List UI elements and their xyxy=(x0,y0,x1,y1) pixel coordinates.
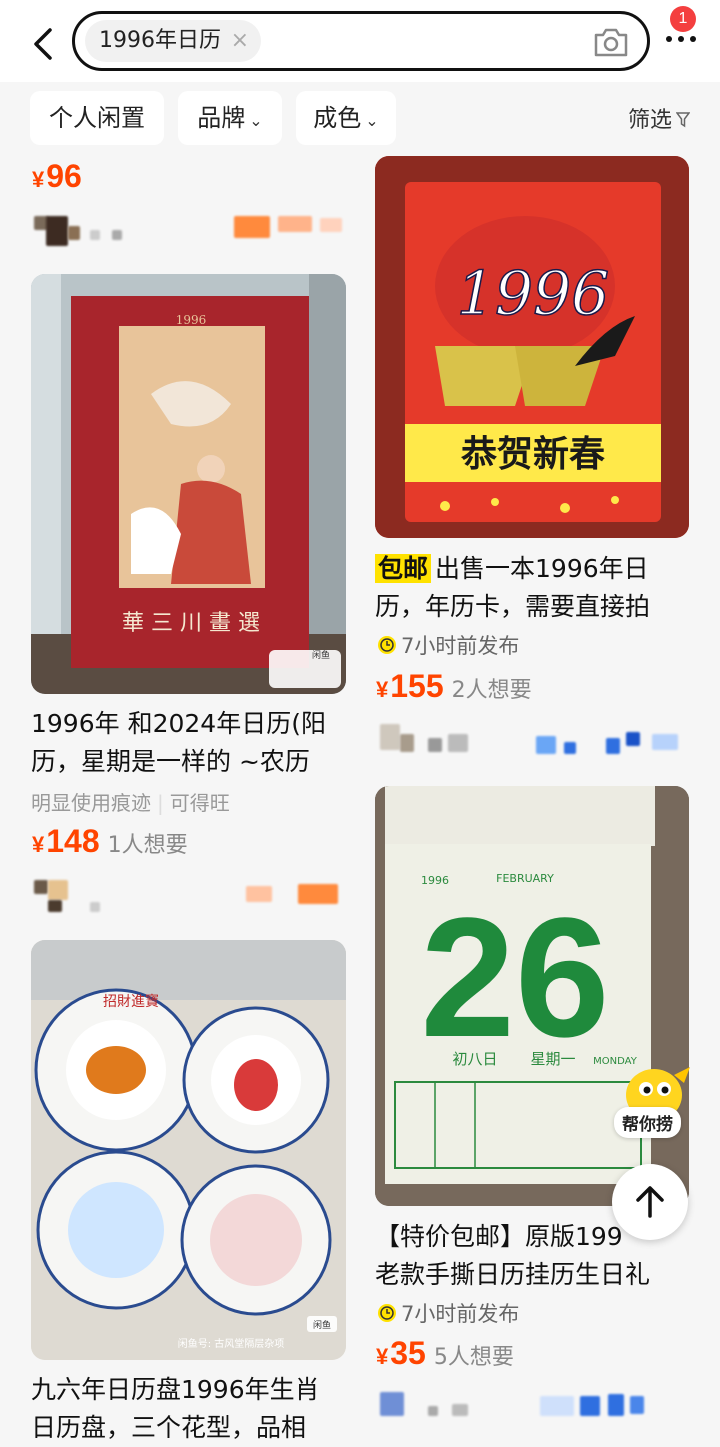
image-tag-text: 闲鱼 xyxy=(313,1319,331,1331)
filter-condition[interactable]: 成色 ⌄ xyxy=(296,91,396,145)
publish-time: 7小时前发布 xyxy=(377,1298,519,1328)
calendar-plates-image: 招財進寶 闲鱼 闲鱼号: 古风堂隔层杂项 xyxy=(31,940,346,1360)
more-menu-button[interactable]: 1 xyxy=(660,6,710,60)
filter-personal[interactable]: 个人闲置 xyxy=(30,91,164,145)
title-line: 历，年历卡，需要直接拍 xyxy=(375,592,651,621)
product-meta: 明显使用痕迹 | 可得旺 xyxy=(31,791,230,815)
product-image[interactable]: 1996 恭贺新春 xyxy=(375,156,689,538)
new-year-calendar-image: 1996 恭贺新春 xyxy=(375,156,689,538)
search-box[interactable]: 1996年日历 × xyxy=(72,11,650,71)
clock-icon xyxy=(378,1304,396,1322)
funnel-icon xyxy=(676,112,690,128)
condition-tag: 明显使用痕迹 xyxy=(31,791,151,815)
currency-symbol: ¥ xyxy=(376,677,389,702)
filter-personal-label: 个人闲置 xyxy=(49,104,145,132)
arrow-up-icon xyxy=(636,1186,664,1218)
notification-badge: 1 xyxy=(670,6,696,32)
product-title[interactable]: 1996年 和2024年日历(阳 历，星期是一样的 ~农历 xyxy=(31,705,351,781)
clock-icon xyxy=(378,636,396,654)
back-arrow-icon[interactable] xyxy=(26,24,62,64)
product-title[interactable]: 九六年日历盘1996年生肖 日历盘，三个花型，品相 xyxy=(31,1371,351,1447)
filter-brand[interactable]: 品牌 ⌄ xyxy=(178,91,282,145)
price-row: ¥96 xyxy=(32,158,82,195)
price-row: ¥155 2人想要 xyxy=(376,668,532,705)
camera-icon[interactable] xyxy=(593,26,629,58)
top-bar: 1996年日历 × 1 xyxy=(0,0,720,82)
want-count: 2人想要 xyxy=(451,678,532,703)
product-title[interactable]: 包邮 出售一本1996年日 历，年历卡，需要直接拍 xyxy=(375,550,695,626)
price-row: ¥148 1人想要 xyxy=(32,823,188,860)
chevron-down-icon: ⌄ xyxy=(365,111,379,130)
publish-time: 7小时前发布 xyxy=(377,630,519,660)
product-image[interactable]: 1996 華 三 川 畫 選 闲鱼 xyxy=(31,274,346,694)
search-query-chip[interactable]: 1996年日历 × xyxy=(85,20,261,62)
currency-symbol: ¥ xyxy=(32,167,45,192)
tear-off-calendar-image: 1996 FEBRUARY 26 初八日 星期一 MONDAY xyxy=(375,786,689,1206)
publish-time-text: 7小时前发布 xyxy=(401,1302,520,1326)
currency-symbol: ¥ xyxy=(376,1344,389,1369)
title-line: 日历盘，三个花型，品相 xyxy=(31,1413,307,1442)
image-weekday-text: 星期一 xyxy=(530,1050,575,1068)
title-line: 1996年 和2024年日历(阳 xyxy=(31,709,326,738)
search-query-text: 1996年日历 xyxy=(99,28,221,53)
image-year-text: 1996 xyxy=(176,313,207,327)
title-line: 历，星期是一样的 ~农历 xyxy=(31,747,310,776)
price: 96 xyxy=(46,158,82,194)
filter-brand-label: 品牌 xyxy=(197,104,246,132)
want-count: 5人想要 xyxy=(433,1345,514,1370)
price-row: ¥35 5人想要 xyxy=(376,1335,514,1372)
image-day-text: 26 xyxy=(420,883,609,1073)
image-watermark-text: 闲鱼号: 古风堂隔层杂项 xyxy=(178,1337,285,1350)
mascot-label[interactable]: 帮你捞 xyxy=(614,1107,681,1138)
title-line: 老款手撕日历挂历生日礼 xyxy=(375,1260,651,1289)
title-line: 出售一本1996年日 xyxy=(435,554,649,583)
image-lunar-text: 初八日 xyxy=(452,1050,497,1068)
more-dots-icon xyxy=(666,36,696,42)
filter-label: 筛选 xyxy=(627,108,672,133)
filter-condition-label: 成色 xyxy=(313,104,362,132)
image-year-text: 1996 xyxy=(457,259,610,329)
product-image[interactable]: 招財進寶 闲鱼 闲鱼号: 古风堂隔层杂项 xyxy=(31,940,346,1360)
back-to-top-button[interactable] xyxy=(612,1164,688,1240)
feature-tag: 可得旺 xyxy=(169,791,230,815)
title-line: 九六年日历盘1996年生肖 xyxy=(31,1375,320,1404)
price: 155 xyxy=(390,668,444,704)
product-image[interactable]: 1996 FEBRUARY 26 初八日 星期一 MONDAY xyxy=(375,786,689,1206)
price: 35 xyxy=(390,1335,426,1371)
filter-bar: 个人闲置 品牌 ⌄ 成色 ⌄ 筛选 xyxy=(0,82,720,156)
publish-time-text: 7小时前发布 xyxy=(401,634,520,658)
currency-symbol: ¥ xyxy=(32,832,45,857)
free-shipping-badge: 包邮 xyxy=(375,554,432,583)
scroll-painting-image: 1996 華 三 川 畫 選 闲鱼 xyxy=(31,274,346,694)
filter-button[interactable]: 筛选 xyxy=(628,102,690,134)
image-tag-text: 闲鱼 xyxy=(312,649,330,661)
image-caption-text: 華 三 川 畫 選 xyxy=(122,611,260,636)
image-banner-text: 恭贺新春 xyxy=(460,433,605,475)
chevron-down-icon: ⌄ xyxy=(249,111,263,130)
plate-text: 招財進寶 xyxy=(103,994,159,1010)
price: 148 xyxy=(46,823,100,859)
clear-query-icon[interactable]: × xyxy=(231,20,249,62)
want-count: 1人想要 xyxy=(107,833,188,858)
